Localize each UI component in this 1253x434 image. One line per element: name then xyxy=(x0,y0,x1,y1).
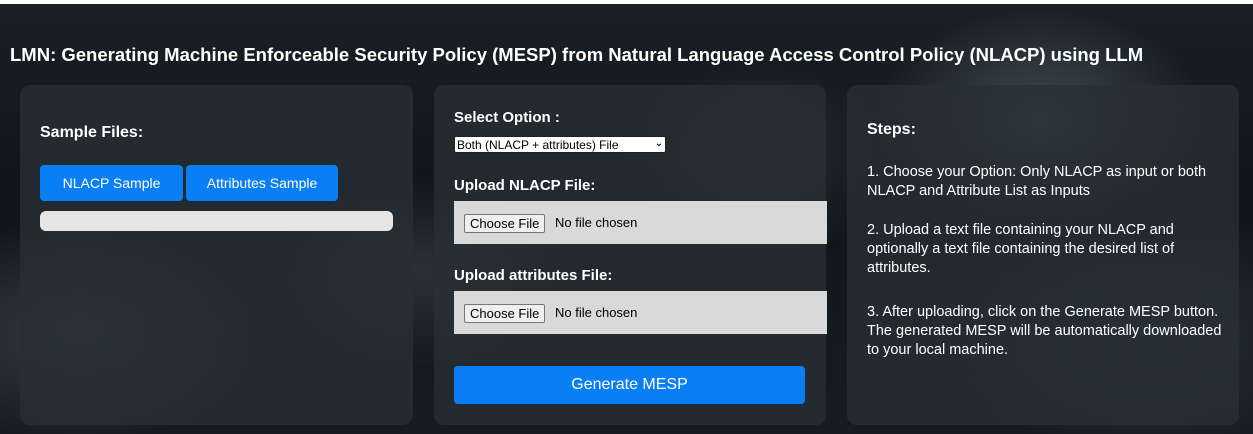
sample-files-panel: Sample Files: NLACP Sample Attributes Sa… xyxy=(20,85,413,425)
page-title: LMN: Generating Machine Enforceable Secu… xyxy=(10,44,1144,65)
select-option-label: Select Option : xyxy=(454,109,560,126)
steps-panel: Steps: 1. Choose your Option: Only NLACP… xyxy=(847,85,1239,425)
download-progress-bar xyxy=(40,211,393,231)
nlacp-file-status: No file chosen xyxy=(555,215,638,230)
attributes-choose-file-button[interactable]: Choose File xyxy=(464,304,546,323)
generate-mesp-button[interactable]: Generate MESP xyxy=(454,366,805,404)
option-select-value: Both (NLACP + attributes) File xyxy=(457,137,619,152)
nlacp-sample-button[interactable]: NLACP Sample xyxy=(40,165,183,201)
step-2: 2. Upload a text file containing your NL… xyxy=(867,222,1175,276)
attributes-file-input[interactable]: Choose File No file chosen xyxy=(454,291,827,334)
step-3: 3. After uploading, click on the Generat… xyxy=(867,304,1222,358)
nlacp-file-input[interactable]: Choose File No file chosen xyxy=(454,201,827,244)
top-edge xyxy=(0,0,1253,4)
sample-files-heading: Sample Files: xyxy=(40,124,144,141)
attributes-file-status: No file chosen xyxy=(555,305,638,320)
option-select[interactable]: Both (NLACP + attributes) File ⌄ xyxy=(454,136,666,153)
upload-nlacp-label: Upload NLACP File: xyxy=(454,177,596,194)
attributes-sample-button[interactable]: Attributes Sample xyxy=(186,165,338,201)
chevron-down-icon: ⌄ xyxy=(654,138,663,149)
step-1: 1. Choose your Option: Only NLACP as inp… xyxy=(867,164,1207,199)
nlacp-choose-file-button[interactable]: Choose File xyxy=(464,214,546,233)
upload-panel: Select Option : Both (NLACP + attributes… xyxy=(434,85,827,425)
upload-attributes-label: Upload attributes File: xyxy=(454,267,613,284)
steps-heading: Steps: xyxy=(867,121,916,138)
